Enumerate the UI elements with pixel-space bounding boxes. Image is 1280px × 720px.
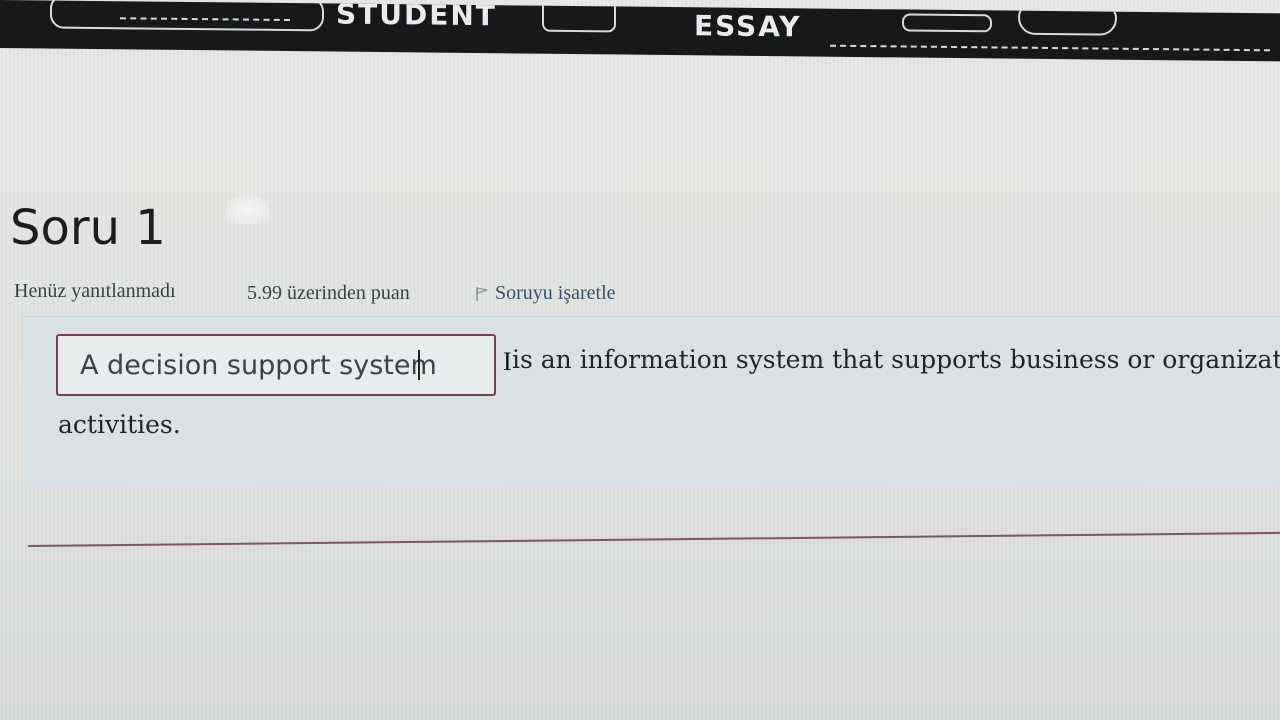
- question-title: Soru 1: [10, 200, 166, 256]
- question-text: is an information system that supports b…: [512, 345, 1280, 374]
- question-divider: [27, 531, 1280, 547]
- ibeam-cursor-icon: I: [503, 347, 512, 376]
- banner-doodle-pencil-icon: [902, 13, 992, 33]
- banner-doodle-ruler-icon: [50, 0, 324, 32]
- question-status: Henüz yanıtlanmadı: [14, 280, 176, 302]
- flag-question-label: Soruyu işaretle: [495, 282, 616, 304]
- flag-icon: [476, 287, 488, 301]
- banner-word-student: STUDENT: [336, 0, 497, 33]
- course-banner: STUDENT ESSAY: [0, 0, 1280, 62]
- flag-question-link[interactable]: Soruyu işaretle: [475, 282, 616, 305]
- question-text-continued: activities.: [58, 410, 181, 439]
- banner-doodle-box-icon: [542, 0, 616, 33]
- banner-doodle-dash-right: [830, 44, 1270, 52]
- banner-word-essay: ESSAY: [694, 9, 802, 44]
- text-caret: [418, 350, 420, 380]
- screen-glare: [225, 195, 270, 225]
- banner-doodle-mustache-icon: [1018, 0, 1117, 36]
- question-points: 5.99 üzerinden puan: [247, 282, 410, 304]
- answer-input[interactable]: [56, 334, 496, 396]
